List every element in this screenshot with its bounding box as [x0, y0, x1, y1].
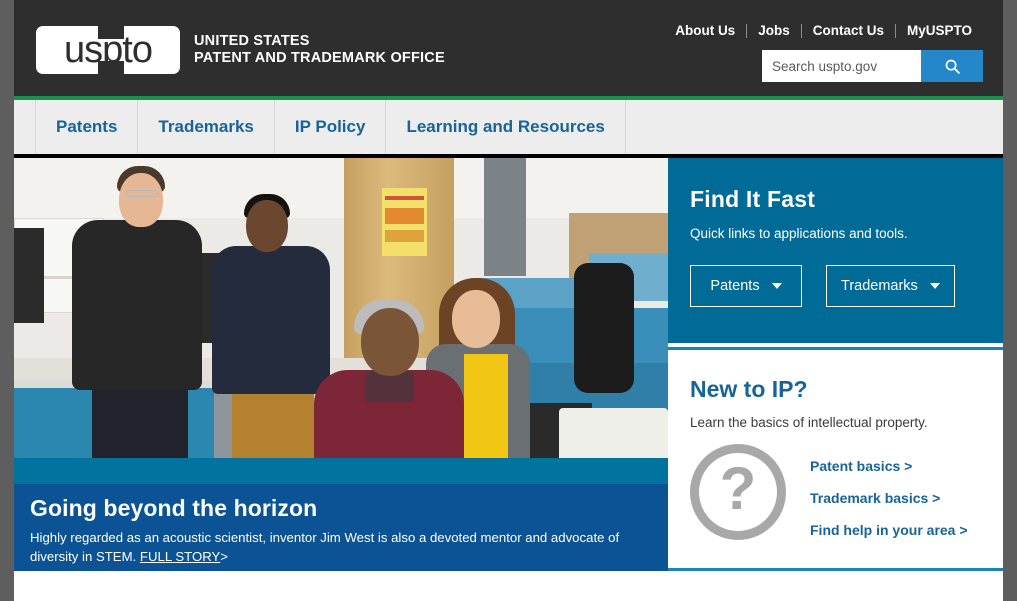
search-submit-button[interactable] — [921, 50, 983, 82]
poster-stripe — [385, 230, 424, 242]
person-standing-center-body — [212, 246, 330, 394]
person-standing-center-head — [246, 200, 288, 252]
find-it-fast-title: Find It Fast — [690, 186, 816, 212]
new-to-ip-title: New to IP? — [690, 376, 808, 402]
util-link-about-us[interactable]: About Us — [664, 23, 746, 38]
new-to-ip-subtitle: Learn the basics of intellectual propert… — [690, 415, 928, 430]
link-patent-basics[interactable]: Patent basics > — [810, 458, 968, 474]
uspto-homepage: uspto UNITED STATES PATENT AND TRADEMARK… — [0, 0, 1017, 601]
hero-full-story-link[interactable]: FULL STORY — [140, 549, 220, 564]
main-navigation: Patents Trademarks IP Policy Learning an… — [0, 100, 1003, 158]
header-accent-rule — [0, 96, 1017, 100]
find-it-fast-panel: Find It Fast Quick links to applications… — [668, 158, 1003, 343]
nav-item-trademarks[interactable]: Trademarks — [138, 100, 275, 154]
hero-description: Highly regarded as an acoustic scientist… — [30, 528, 652, 566]
logo-wordmark: uspto — [64, 29, 153, 71]
hero-link-chevron: > — [220, 549, 228, 565]
new-to-ip-panel: New to IP? Learn the basics of intellect… — [668, 347, 1003, 571]
util-link-jobs[interactable]: Jobs — [747, 23, 801, 38]
person-standing-left-body — [72, 220, 202, 390]
new-to-ip-links: Patent basics > Trademark basics > Find … — [810, 444, 968, 538]
find-it-fast-buttons: Patents Trademarks — [690, 265, 981, 307]
lab-wall-upper — [14, 158, 668, 218]
hero-caption: Going beyond the horizon Highly regarded… — [14, 484, 668, 571]
agency-name: UNITED STATES PATENT AND TRADEMARK OFFIC… — [194, 33, 445, 67]
nav-trailing-space — [626, 100, 1003, 154]
chevron-down-icon — [771, 283, 782, 289]
nav-item-patents[interactable]: Patents — [36, 100, 139, 154]
link-find-help-in-your-area[interactable]: Find help in your area > — [810, 522, 968, 538]
find-it-fast-trademarks-label: Trademarks — [841, 278, 918, 294]
person-right-head — [452, 290, 500, 348]
util-link-myuspto[interactable]: MyUSPTO — [896, 23, 983, 38]
site-logo[interactable]: uspto UNITED STATES PATENT AND TRADEMARK… — [36, 26, 445, 74]
agency-name-line1: UNITED STATES — [194, 32, 310, 49]
site-search — [762, 50, 983, 82]
lab-chair-dark — [574, 263, 634, 393]
hero-headline: Going beyond the horizon — [30, 495, 318, 521]
viewport-right-gutter — [1003, 0, 1017, 601]
site-header: uspto UNITED STATES PATENT AND TRADEMARK… — [14, 0, 1003, 96]
question-mark-circle-icon: ? — [690, 444, 786, 540]
util-link-contact-us[interactable]: Contact Us — [802, 23, 895, 38]
nav-item-ip-policy[interactable]: IP Policy — [275, 100, 387, 154]
find-it-fast-subtitle: Quick links to applications and tools. — [690, 226, 908, 241]
lab-monitor — [14, 228, 44, 323]
search-icon — [945, 59, 960, 74]
chevron-down-icon — [929, 283, 940, 289]
utility-navigation: About Us Jobs Contact Us MyUSPTO — [664, 23, 983, 38]
person-standing-left-glasses — [126, 190, 158, 197]
person-seated-collar — [366, 372, 414, 402]
new-to-ip-content: ? Patent basics > Trademark basics > Fin… — [690, 444, 981, 540]
link-trademark-basics[interactable]: Trademark basics > — [810, 490, 968, 506]
person-seated-head — [361, 308, 419, 376]
find-it-fast-patents-label: Patents — [710, 278, 760, 294]
person-standing-left-head — [119, 173, 163, 227]
hero-accent-band — [14, 458, 668, 484]
search-input[interactable] — [762, 50, 921, 82]
find-it-fast-patents-dropdown[interactable]: Patents — [690, 265, 802, 307]
question-mark-glyph: ? — [719, 455, 757, 522]
lab-gray-door — [484, 158, 526, 276]
poster-stripe — [385, 196, 424, 200]
person-right-shirt — [464, 354, 508, 464]
viewport-left-gutter — [0, 0, 14, 601]
find-it-fast-trademarks-dropdown[interactable]: Trademarks — [826, 265, 955, 307]
hero-description-text: Highly regarded as an acoustic scientist… — [30, 530, 620, 565]
agency-name-line2: PATENT AND TRADEMARK OFFICE — [194, 50, 445, 66]
nav-item-learning-and-resources[interactable]: Learning and Resources — [386, 100, 626, 154]
uspto-logo-mark[interactable]: uspto — [36, 26, 180, 74]
poster-stripe — [385, 208, 424, 224]
